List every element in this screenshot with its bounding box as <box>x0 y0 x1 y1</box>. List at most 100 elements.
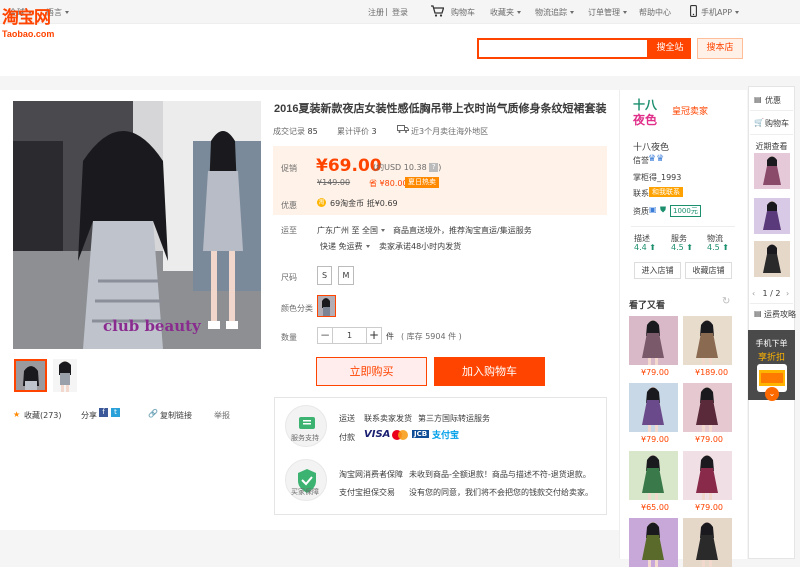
recommend-item-image[interactable] <box>629 383 678 432</box>
recently-viewed-item[interactable] <box>754 241 790 277</box>
login-link[interactable]: 登录 <box>392 7 408 18</box>
qty-minus-button[interactable]: − <box>317 327 333 344</box>
crown-icon: ♛♛ <box>648 154 665 164</box>
help-link[interactable]: 帮助中心 <box>639 7 671 18</box>
taobao-logo-sub: Taobao.com <box>2 29 55 39</box>
ship-from: 广东广州 至 <box>317 226 360 235</box>
contact-label: 联系 <box>633 189 649 198</box>
copy-link[interactable]: 复制链接 <box>160 410 192 421</box>
twitter-icon[interactable]: t <box>111 408 120 417</box>
recently-viewed-item[interactable] <box>754 198 790 234</box>
mobile-promo-sub: 享折扣 <box>757 353 785 363</box>
search-all-button[interactable]: 搜全站 <box>649 38 691 59</box>
coin-icon: 淘 <box>317 198 326 207</box>
divider <box>631 226 735 227</box>
jcb-logo: JCB <box>412 430 430 438</box>
svg-text:club beauty: club beauty <box>103 317 202 335</box>
mobile-promo-title: 手机下单 <box>755 339 788 348</box>
qty-unit: 件 <box>386 332 394 341</box>
orders-menu[interactable]: 订单管理 <box>588 7 627 18</box>
favorite-link[interactable]: 收藏(273) <box>24 410 62 421</box>
recently-viewed-item[interactable] <box>754 153 790 189</box>
collapse-icon[interactable]: ⌄ <box>765 387 779 401</box>
chevron-down-icon <box>735 11 740 14</box>
original-price: ¥149.00 <box>317 178 351 187</box>
cart-link[interactable]: 购物车 <box>451 7 475 18</box>
recommend-item-image[interactable] <box>683 518 732 567</box>
promo-label: 优惠 <box>281 201 297 210</box>
search-store-button[interactable]: 搜本店 <box>697 38 743 59</box>
qty-plus-button[interactable]: + <box>366 327 382 344</box>
sidebar-cart[interactable]: 购物车 <box>765 118 789 129</box>
recommend-item-image[interactable] <box>683 383 732 432</box>
contact-seller-button[interactable]: 和我联系 <box>649 187 683 197</box>
favorite-store-button[interactable]: 收藏店铺 <box>685 262 732 279</box>
credit-label: 信誉 <box>633 156 649 165</box>
qualification-label: 资质 <box>633 207 649 216</box>
chevron-down-icon <box>65 11 69 14</box>
link-icon: 🔗 <box>148 409 158 418</box>
pay-label: 付款 <box>339 433 355 442</box>
chevron-down-icon <box>570 11 574 14</box>
buy-now-button[interactable]: 立即购买 <box>316 357 427 386</box>
coin-offer[interactable]: 69淘金币 抵¥0.69 <box>330 198 398 209</box>
recommend-title: 看了又看 <box>629 301 666 311</box>
guide-icon: ▤ <box>754 309 762 318</box>
taobao-logo[interactable]: 淘宝网 <box>2 10 51 27</box>
recommend-item-price: ¥189.00 <box>695 368 729 377</box>
recommend-item-image[interactable] <box>683 451 732 500</box>
recommend-item-image[interactable] <box>629 316 678 365</box>
recommend-item-price: ¥79.00 <box>641 435 669 444</box>
sales-record[interactable]: 成交记录 85 <box>273 126 318 137</box>
recommend-item-price: ¥79.00 <box>695 503 723 512</box>
enter-store-button[interactable]: 进入店铺 <box>634 262 681 279</box>
support-item: 第三方国际转运服务 <box>418 414 490 423</box>
help-icon[interactable]: ? <box>429 163 439 172</box>
ship-destination-selector[interactable]: 全国 <box>362 225 385 236</box>
size-option-m[interactable]: M <box>338 266 354 285</box>
sidebar-coupon[interactable]: 优惠 <box>765 95 781 106</box>
deposit-badge: 1000元 <box>670 205 701 217</box>
recommend-item-image[interactable] <box>683 316 732 365</box>
chevron-down-icon <box>365 245 370 248</box>
add-to-cart-button[interactable]: 加入购物车 <box>434 357 545 386</box>
recommend-item-image[interactable] <box>629 518 678 567</box>
product-thumbnail[interactable] <box>53 359 86 392</box>
refresh-icon[interactable]: ↻ <box>722 296 730 307</box>
recommend-item-price: ¥79.00 <box>695 435 723 444</box>
ship-promise: 卖家承诺48小时内发货 <box>379 242 462 251</box>
product-main-image[interactable]: club beauty <box>13 101 261 349</box>
recently-viewed-label: 近期查看 <box>755 142 788 151</box>
size-option-s[interactable]: S <box>317 266 332 285</box>
crown-seller-badge: 皇冠卖家 <box>672 107 709 117</box>
store-name[interactable]: 十八夜色 <box>633 140 669 153</box>
alipay-logo: 支付宝 <box>432 431 460 441</box>
ship-method-selector[interactable]: 快递 免运费 <box>320 241 370 252</box>
sidebar-shipping-guide[interactable]: 运费攻略 <box>764 309 796 320</box>
register-link[interactable]: 注册 <box>368 7 384 18</box>
store-logo-line1[interactable]: 十八 <box>633 99 657 112</box>
guarantee-title[interactable]: 支付宝担保交易 <box>339 487 395 498</box>
price-label: 促销 <box>281 164 297 173</box>
divider <box>750 134 793 135</box>
reviews-count[interactable]: 累计评价 3 <box>337 126 377 137</box>
chevron-down-icon <box>381 229 385 232</box>
share-label: 分享 <box>81 411 97 420</box>
favorites-menu[interactable]: 收藏夹 <box>490 7 521 18</box>
qty-input[interactable]: 1 <box>333 327 366 344</box>
logistics-menu[interactable]: 物流追踪 <box>535 7 574 18</box>
report-link[interactable]: 举报 <box>214 410 230 421</box>
next-page-icon[interactable]: › <box>786 289 789 298</box>
store-logo-line2[interactable]: 夜色 <box>633 114 657 127</box>
search-input[interactable] <box>477 38 649 59</box>
product-thumbnail[interactable] <box>14 359 47 392</box>
cart-icon: 🛒 <box>754 118 764 127</box>
mobile-app-menu[interactable]: 手机APP <box>701 7 740 18</box>
recommend-item-image[interactable] <box>629 451 678 500</box>
support-item: 联系卖家发货 <box>364 414 412 423</box>
guarantee-title[interactable]: 淘宝网消费者保障 <box>339 469 403 480</box>
facebook-icon[interactable]: f <box>99 408 108 417</box>
chevron-down-icon <box>517 11 521 14</box>
color-option-swatch[interactable] <box>317 295 336 317</box>
keeper-name[interactable]: 掌柜得_1993 <box>633 172 681 183</box>
